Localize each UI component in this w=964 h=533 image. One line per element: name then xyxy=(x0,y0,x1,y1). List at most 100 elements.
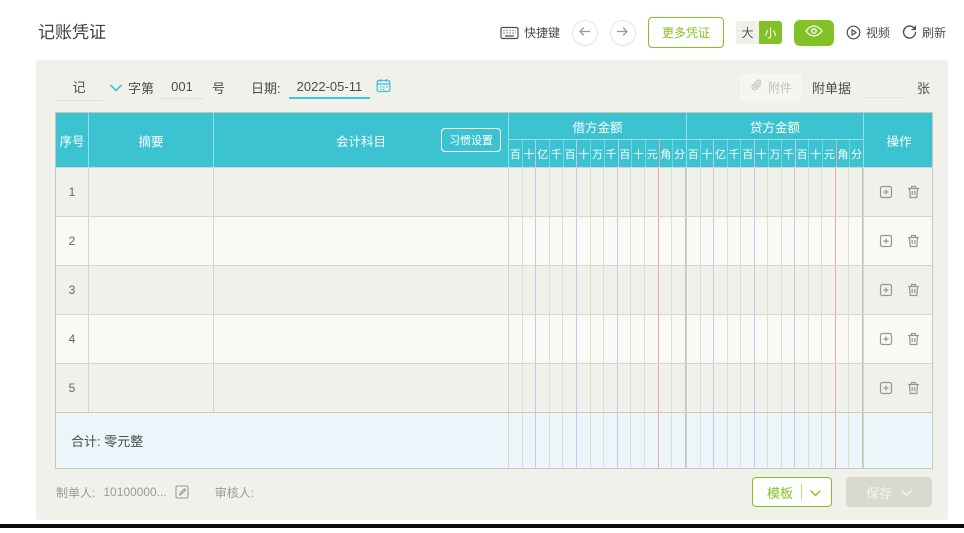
debit-amount-grid[interactable] xyxy=(509,315,687,363)
video-button[interactable]: 视频 xyxy=(846,24,890,41)
digit-scale-cell: 元 xyxy=(823,140,837,167)
digit-grid-cell xyxy=(782,315,796,363)
credit-amount-grid[interactable] xyxy=(687,168,864,216)
shortcut-keys-button[interactable]: 快捷键 xyxy=(500,24,560,41)
delete-row-icon[interactable] xyxy=(907,381,920,395)
voucher-number-input[interactable]: 001 xyxy=(160,75,205,99)
digit-grid-cell xyxy=(645,168,659,216)
digit-grid-cell xyxy=(782,413,796,468)
credit-total-grid xyxy=(687,413,864,468)
credit-amount-grid[interactable] xyxy=(687,315,864,363)
visibility-toggle-button[interactable] xyxy=(793,19,834,46)
delete-row-icon[interactable] xyxy=(907,185,920,199)
digit-scale-cell: 分 xyxy=(851,148,863,161)
digit-grid-cell xyxy=(536,217,550,265)
attachment-label: 附件 xyxy=(767,80,792,95)
digit-grid-cell xyxy=(687,217,701,265)
habit-settings-button[interactable]: 习惯设置 xyxy=(441,128,501,152)
digit-grid-cell xyxy=(604,413,618,468)
digit-grid-cell xyxy=(550,413,564,468)
chevron-down-icon[interactable] xyxy=(110,80,122,95)
account-input[interactable] xyxy=(214,168,509,216)
digit-grid-cell xyxy=(536,364,550,412)
digit-grid-cell xyxy=(659,364,673,412)
add-row-icon[interactable] xyxy=(879,234,893,248)
font-size-small-button[interactable]: 小 xyxy=(758,21,782,44)
digit-grid-cell xyxy=(795,413,809,468)
digit-grid-cell xyxy=(809,364,823,412)
digit-grid-cell xyxy=(701,364,715,412)
date-input[interactable]: 2022-05-11 xyxy=(288,75,371,99)
digit-grid-cell xyxy=(822,364,836,412)
preparer-label: 制单人: xyxy=(56,485,96,500)
edit-icon[interactable] xyxy=(175,485,189,499)
font-size-large-button[interactable]: 大 xyxy=(735,21,759,44)
refresh-icon xyxy=(902,25,917,40)
digit-grid-cell xyxy=(836,364,850,412)
title-bar: 记账凭证 快捷键 更多凭证 大 小 视频 刷新 xyxy=(0,0,964,60)
account-input[interactable] xyxy=(214,315,509,363)
digit-grid-cell xyxy=(768,315,782,363)
digit-grid-cell xyxy=(550,364,564,412)
digit-grid-cell xyxy=(755,168,769,216)
account-input[interactable] xyxy=(214,364,509,412)
summary-input[interactable] xyxy=(89,168,214,216)
credit-amount-grid[interactable] xyxy=(687,266,864,314)
add-row-icon[interactable] xyxy=(879,332,893,346)
save-button[interactable]: 保存 xyxy=(846,477,932,507)
digit-grid-cell xyxy=(550,315,564,363)
summary-input[interactable] xyxy=(89,217,214,265)
account-input[interactable] xyxy=(214,266,509,314)
delete-row-icon[interactable] xyxy=(907,234,920,248)
digit-grid-cell xyxy=(509,413,523,468)
digit-grid-cell xyxy=(645,315,659,363)
digit-grid-cell xyxy=(768,217,782,265)
add-row-icon[interactable] xyxy=(879,381,893,395)
voucher-entry-screen: 记账凭证 快捷键 更多凭证 大 小 视频 刷新 记 字第 001 号 日期: 2… xyxy=(0,0,964,533)
attached-docs-count-input[interactable] xyxy=(860,76,907,98)
top-toolbar: 快捷键 更多凭证 大 小 视频 刷新 xyxy=(500,17,946,48)
prev-voucher-button[interactable] xyxy=(571,19,598,46)
paperclip-icon xyxy=(750,79,763,95)
digit-grid-cell xyxy=(536,266,550,314)
debit-amount-grid[interactable] xyxy=(509,168,687,216)
voucher-panel: 记 字第 001 号 日期: 2022-05-11 附件 附单据 张 序号 摘要… xyxy=(36,60,948,520)
summary-input[interactable] xyxy=(89,364,214,412)
digit-grid-cell xyxy=(728,168,742,216)
summary-input[interactable] xyxy=(89,266,214,314)
digit-grid-cell xyxy=(591,413,605,468)
calendar-icon[interactable] xyxy=(376,78,391,96)
debit-amount-grid[interactable] xyxy=(509,266,687,314)
account-input[interactable] xyxy=(214,217,509,265)
digit-grid-cell xyxy=(849,266,863,314)
digit-grid-cell xyxy=(714,217,728,265)
refresh-button[interactable]: 刷新 xyxy=(902,24,946,41)
template-button[interactable]: 模板 xyxy=(751,477,832,507)
credit-amount-grid[interactable] xyxy=(687,364,864,412)
digit-grid-cell xyxy=(714,315,728,363)
attachment-button[interactable]: 附件 xyxy=(739,73,802,101)
digit-grid-cell xyxy=(509,168,523,216)
add-row-icon[interactable] xyxy=(879,185,893,199)
digit-scale-cell: 亿 xyxy=(714,140,728,167)
voucher-word-select[interactable]: 记 xyxy=(56,73,102,101)
play-circle-icon xyxy=(846,25,861,40)
digit-grid-cell xyxy=(659,168,673,216)
digit-grid-cell xyxy=(618,413,632,468)
delete-row-icon[interactable] xyxy=(907,283,920,297)
digit-scale-cell: 千 xyxy=(605,140,619,167)
next-voucher-button[interactable] xyxy=(609,19,636,46)
digit-grid-cell xyxy=(550,217,564,265)
row-index: 4 xyxy=(56,315,89,363)
digit-grid-cell xyxy=(577,315,591,363)
debit-amount-grid[interactable] xyxy=(509,364,687,412)
more-vouchers-button[interactable]: 更多凭证 xyxy=(647,17,724,48)
add-row-icon[interactable] xyxy=(879,283,893,297)
credit-amount-grid[interactable] xyxy=(687,217,864,265)
delete-row-icon[interactable] xyxy=(907,332,920,346)
debit-amount-grid[interactable] xyxy=(509,217,687,265)
digit-grid-cell xyxy=(809,266,823,314)
digit-grid-cell xyxy=(782,217,796,265)
summary-input[interactable] xyxy=(89,315,214,363)
digit-grid-cell xyxy=(631,413,646,468)
